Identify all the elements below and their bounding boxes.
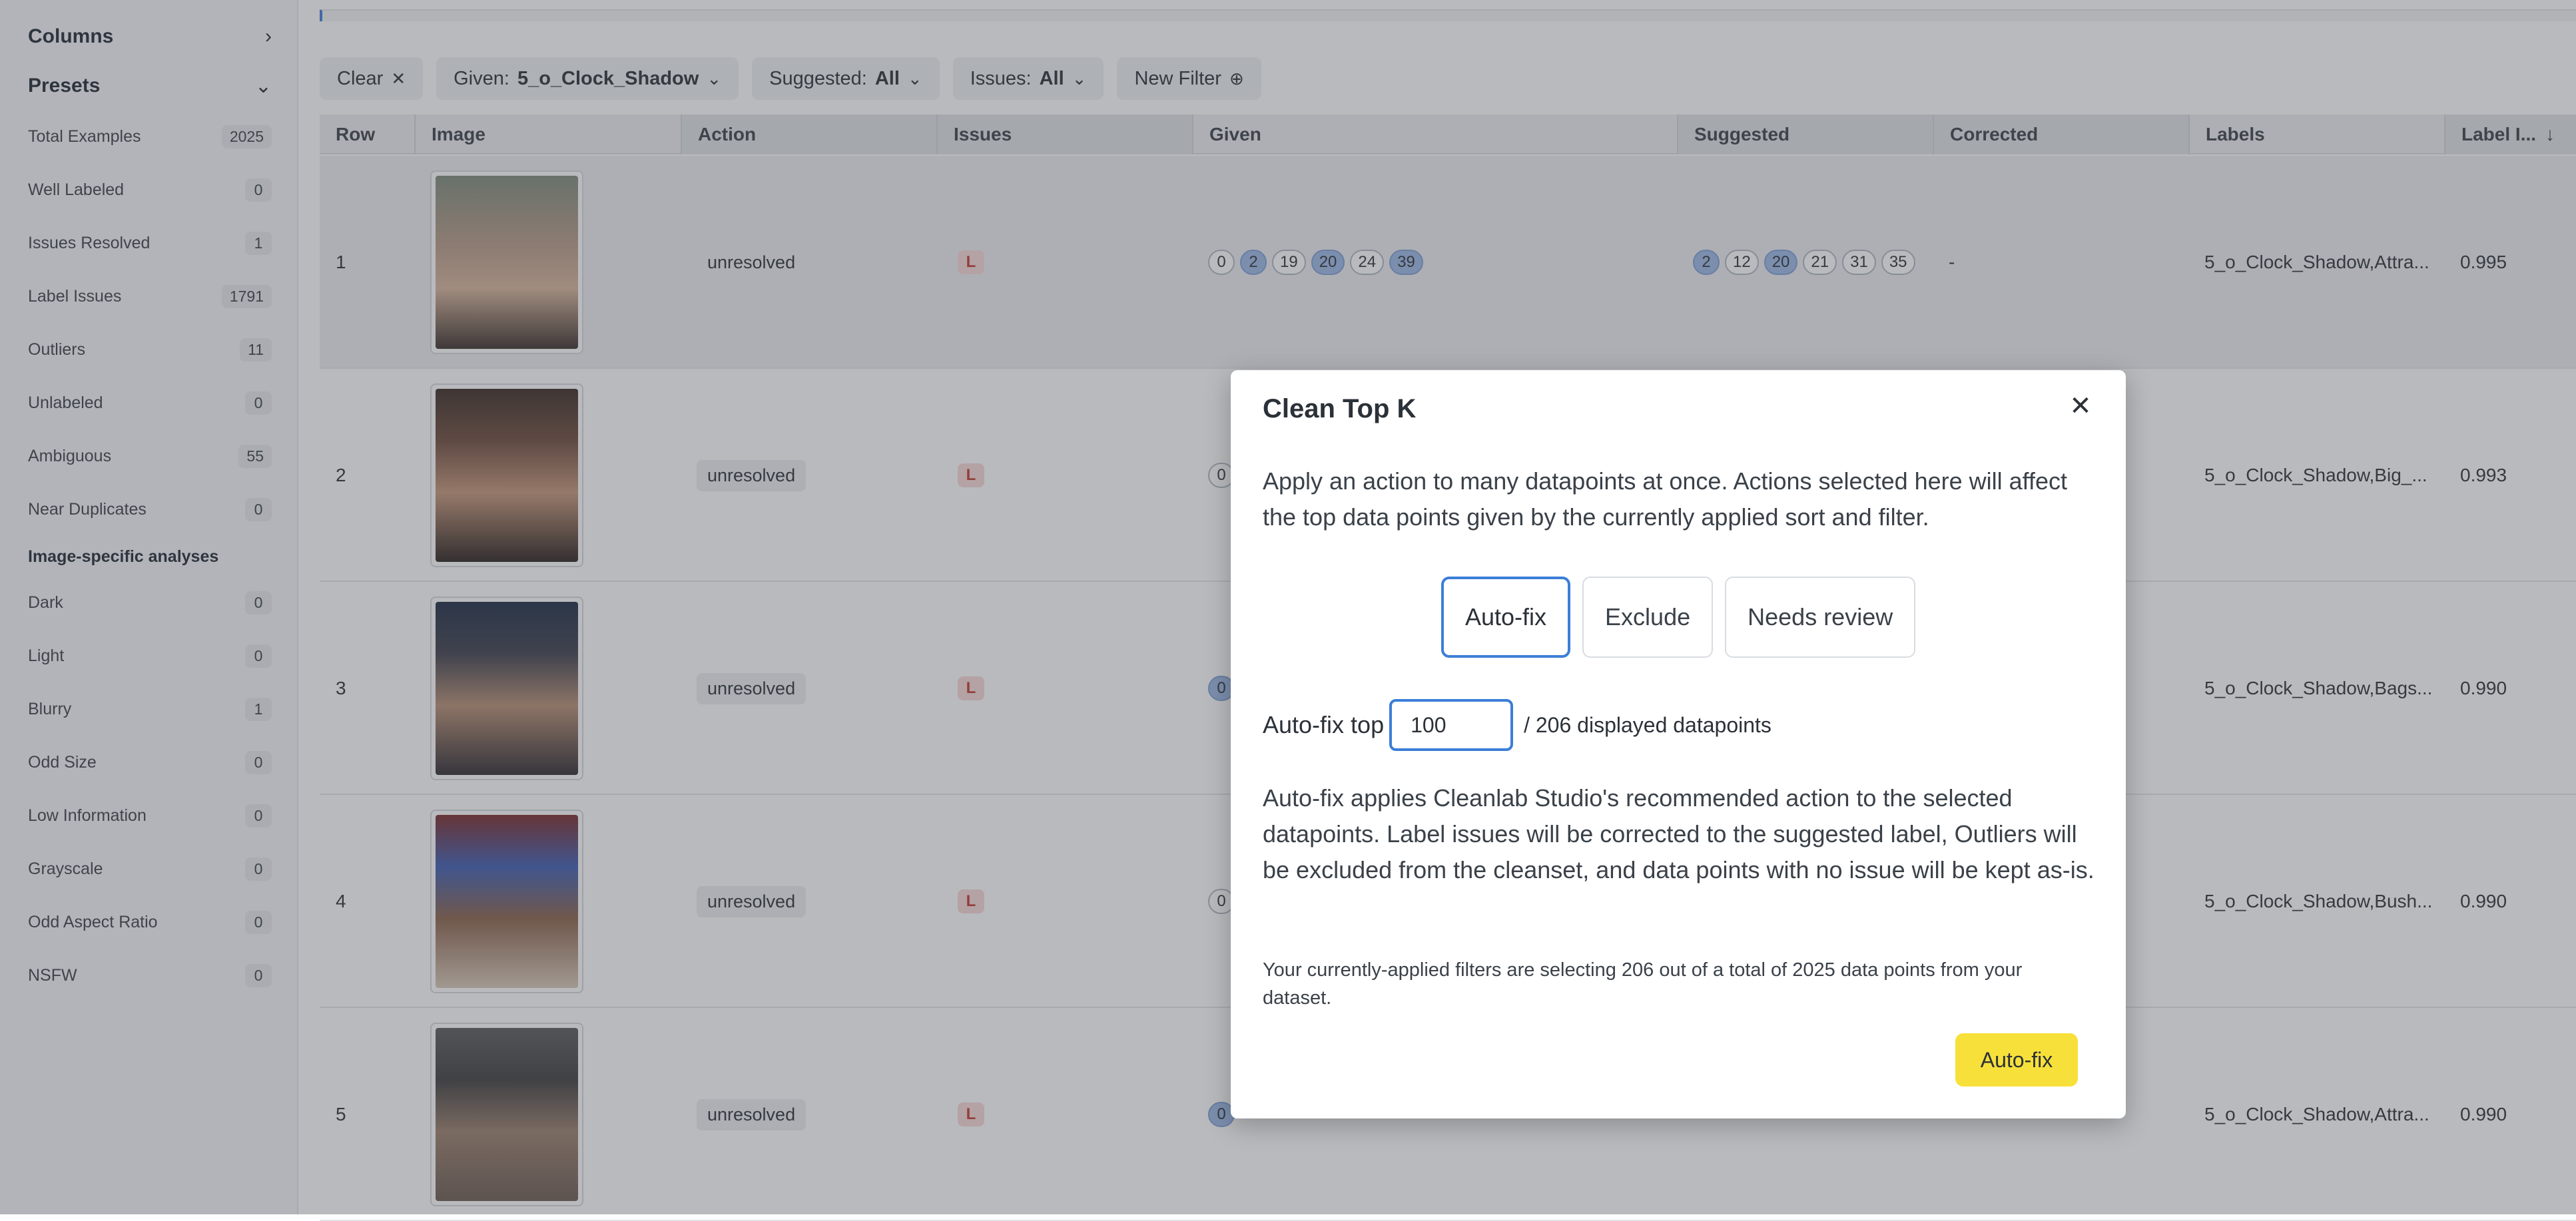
option-exclude[interactable]: Exclude	[1582, 577, 1714, 658]
action-options: Auto-fix Exclude Needs review	[1441, 577, 1916, 658]
top-k-label: Auto-fix top	[1263, 711, 1385, 738]
top-k-input[interactable]	[1389, 699, 1514, 751]
auto-fix-explanation: Auto-fix applies Cleanlab Studio's recom…	[1263, 784, 2094, 883]
filter-selection-note: Your currently-applied filters are selec…	[1263, 959, 2023, 1009]
dialog-title: Clean Top K	[1263, 394, 1417, 423]
dialog-description: Apply an action to many datapoints at on…	[1263, 467, 2068, 531]
top-k-row: Auto-fix top / 206 displayed datapoints	[1263, 699, 1771, 751]
auto-fix-button[interactable]: Auto-fix	[1955, 1033, 2078, 1087]
clean-top-k-dialog: Clean Top K ✕ Apply an action to many da…	[1231, 370, 2126, 1118]
close-icon[interactable]: ✕	[2065, 390, 2096, 422]
top-k-suffix: / 206 displayed datapoints	[1524, 712, 1771, 737]
option-auto-fix[interactable]: Auto-fix	[1441, 577, 1571, 658]
option-needs-review[interactable]: Needs review	[1725, 577, 1916, 658]
